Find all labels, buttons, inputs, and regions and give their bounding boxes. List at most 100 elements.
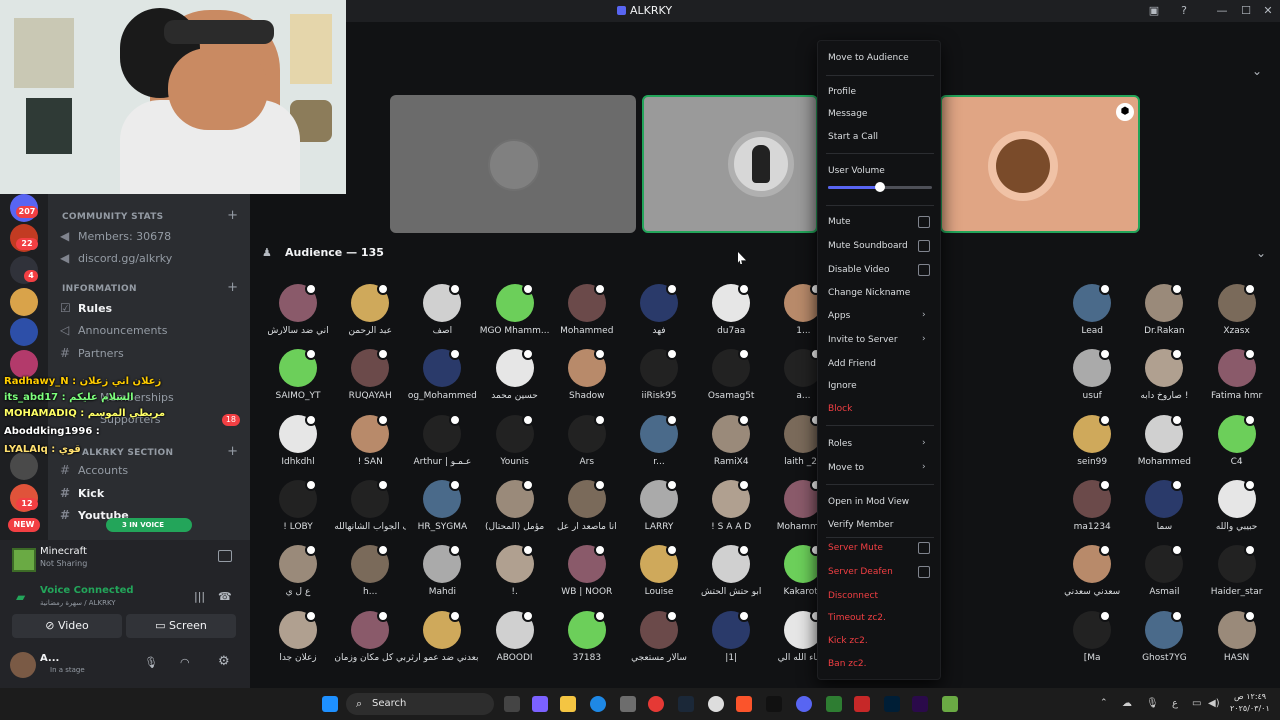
audience-member[interactable]: SAIMO_YT xyxy=(262,347,334,409)
server-icon[interactable] xyxy=(10,452,38,480)
discord-icon[interactable] xyxy=(796,696,812,712)
add-channel-icon[interactable]: + xyxy=(227,208,238,223)
audience-collapse-icon[interactable]: ⌄ xyxy=(1256,246,1266,260)
audience-member[interactable]: Fatima hmr xyxy=(1201,347,1272,409)
audience-member[interactable]: RUQAYAH xyxy=(334,347,406,409)
audience-member[interactable]: سعدني سعدني xyxy=(1056,543,1128,605)
audience-member[interactable]: HR_SYGMA xyxy=(406,478,478,540)
server-icon[interactable] xyxy=(10,288,38,316)
menu-add-friend[interactable]: Add Friend xyxy=(828,356,934,372)
app-icon[interactable] xyxy=(854,696,870,712)
menu-roles[interactable]: Roles xyxy=(828,436,934,452)
audience-member[interactable]: ف الجواب الشانهالله xyxy=(334,478,406,540)
audience-member[interactable]: ! LOBY xyxy=(262,478,334,540)
menu-block[interactable]: Block xyxy=(828,401,934,417)
menu-disconnect[interactable]: Disconnect xyxy=(828,588,934,604)
menu-apps[interactable]: Apps xyxy=(828,308,934,324)
collapse-chevron-icon[interactable]: ⌄ xyxy=(1252,64,1262,78)
audience-member[interactable]: r... xyxy=(623,413,695,475)
audience-member[interactable]: MGO Mhamm... xyxy=(479,282,551,344)
cloud-icon[interactable]: ☁ xyxy=(1122,698,1132,709)
menu-invite-to-server[interactable]: Invite to Server xyxy=(828,332,934,348)
audience-member[interactable]: بي كل مكان وزمان xyxy=(334,609,406,671)
audience-member[interactable]: iiRisk95 xyxy=(623,347,695,409)
category-information[interactable]: INFORMATION xyxy=(62,284,137,294)
menu-profile[interactable]: Profile xyxy=(828,84,934,100)
audience-member[interactable]: عبد الرحمن xyxy=(334,282,406,344)
share-screen-icon[interactable] xyxy=(218,550,232,562)
windows-start-icon[interactable] xyxy=(322,696,338,712)
help-icon[interactable]: ? xyxy=(1176,3,1192,19)
mute-checkbox[interactable] xyxy=(918,216,930,228)
voice-connected-label[interactable]: Voice Connected xyxy=(40,585,134,596)
audience-member[interactable]: ! SAN xyxy=(334,413,406,475)
noise-suppression-icon[interactable]: ||| xyxy=(194,590,205,603)
user-volume-slider[interactable] xyxy=(828,182,932,192)
category-alkrky-section[interactable]: ALKRKY SECTION xyxy=(82,448,173,458)
clock-date[interactable]: ٢٠٢٥/٠٣/٠١ xyxy=(1230,704,1270,713)
steam-icon[interactable] xyxy=(678,696,694,712)
audience-member[interactable]: Shadow xyxy=(551,347,623,409)
audience-member[interactable]: بعدني ضد عمو ارثر xyxy=(406,609,478,671)
audience-member[interactable]: مؤمل (المحتال) xyxy=(479,478,551,540)
add-channel-icon[interactable]: + xyxy=(227,280,238,295)
audience-member[interactable]: Haider_star xyxy=(1201,543,1272,605)
settings-icon[interactable] xyxy=(708,696,724,712)
taskbar-search[interactable]: Search xyxy=(346,693,494,715)
inbox-icon[interactable]: ▣ xyxy=(1146,3,1162,19)
audience-member[interactable]: ma1234 xyxy=(1056,478,1128,540)
file-explorer-icon[interactable] xyxy=(560,696,576,712)
audience-member[interactable]: Ghost7YG xyxy=(1128,609,1200,671)
audience-member[interactable]: |1| xyxy=(695,609,767,671)
speaker-tile-active[interactable]: ⬢ xyxy=(940,95,1140,233)
audience-member[interactable]: ع ل ي xyxy=(262,543,334,605)
server-mute-checkbox[interactable] xyxy=(918,542,930,554)
audience-member[interactable]: انا ماصعد ار عل xyxy=(551,478,623,540)
server-icon[interactable] xyxy=(10,350,38,378)
menu-message[interactable]: Message xyxy=(828,106,934,122)
channel-accounts[interactable]: # Accounts xyxy=(60,460,240,480)
task-view-icon[interactable] xyxy=(504,696,520,712)
audience-member[interactable]: WB | NOOR xyxy=(551,543,623,605)
channel-announcements[interactable]: ◁ Announcements xyxy=(60,320,240,340)
channel-members[interactable]: ◀ Members: 30678 xyxy=(60,226,240,246)
audience-member[interactable]: [Ma xyxy=(1056,609,1128,671)
close-button[interactable]: ✕ xyxy=(1260,3,1276,19)
audience-member[interactable]: صاروخ دابه ! xyxy=(1128,347,1200,409)
audience-member[interactable]: !. xyxy=(479,543,551,605)
audience-member[interactable]: ABOODI xyxy=(479,609,551,671)
channel-memberships[interactable]: Memberships xyxy=(60,388,240,408)
server-icon[interactable] xyxy=(10,318,38,346)
audience-member[interactable]: LARRY xyxy=(623,478,695,540)
audience-member[interactable]: Ars xyxy=(551,413,623,475)
channel-rules[interactable]: ☑ Rules xyxy=(60,298,240,318)
disable-video-checkbox[interactable] xyxy=(918,264,930,276)
channel-invite[interactable]: ◀ discord.gg/alkrky xyxy=(60,248,240,268)
network-icon[interactable]: ▭ xyxy=(1192,698,1201,709)
channel-kick[interactable]: # Kick xyxy=(60,483,240,503)
audience-member[interactable]: du7aa xyxy=(695,282,767,344)
audience-member[interactable]: C4 xyxy=(1201,413,1272,475)
audience-member[interactable]: Younis xyxy=(479,413,551,475)
audience-member[interactable]: Mahdi xyxy=(406,543,478,605)
menu-change-nickname[interactable]: Change Nickname xyxy=(828,285,934,301)
mute-soundboard-checkbox[interactable] xyxy=(918,240,930,252)
user-volume-knob[interactable] xyxy=(875,182,885,192)
audience-member[interactable]: ! S A A D xyxy=(695,478,767,540)
audience-member[interactable]: 37183 xyxy=(551,609,623,671)
audience-member[interactable]: Osamag5t xyxy=(695,347,767,409)
menu-verify-member[interactable]: Verify Member xyxy=(828,517,934,533)
audience-member[interactable]: حسين محمد xyxy=(479,347,551,409)
avatar[interactable] xyxy=(10,652,36,678)
audience-member[interactable]: Lead xyxy=(1056,282,1128,344)
language-indicator[interactable]: ع xyxy=(1172,698,1178,709)
app-icon[interactable] xyxy=(826,696,842,712)
menu-move-to-audience[interactable]: Move to Audience xyxy=(828,50,934,66)
audience-member[interactable]: Mohammed xyxy=(551,282,623,344)
speaker-tile[interactable] xyxy=(390,95,636,233)
minecraft-icon[interactable] xyxy=(942,696,958,712)
clock-time[interactable]: ١٢:٤٩ ص xyxy=(1234,692,1266,701)
audience-member[interactable]: usuf xyxy=(1056,347,1128,409)
disconnect-icon[interactable]: ☎ xyxy=(218,590,232,603)
category-community-stats[interactable]: COMMUNITY STATS xyxy=(62,212,163,222)
